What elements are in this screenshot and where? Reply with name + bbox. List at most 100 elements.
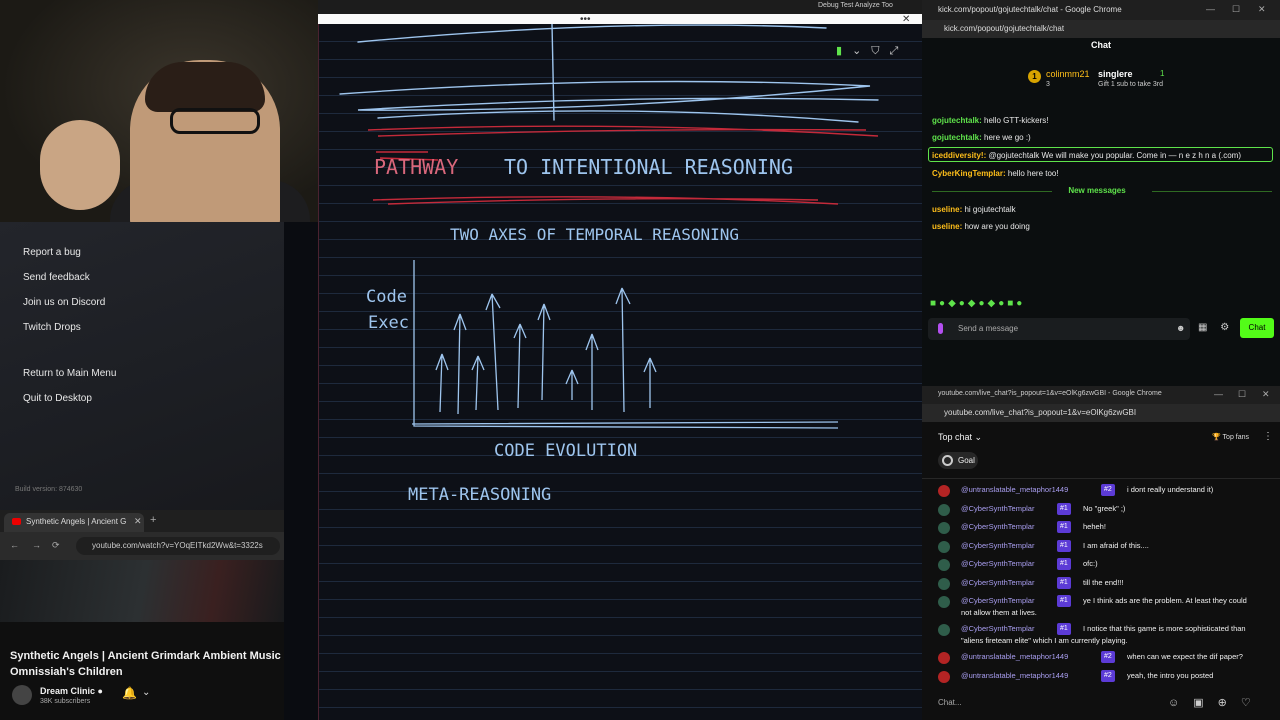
more-icon[interactable]: ⋮ [1263, 431, 1273, 442]
bell-icon[interactable]: 🔔 [122, 686, 137, 700]
message-author[interactable]: @untranslatable_metaphor1449 [961, 670, 1068, 682]
message-text: when can we expect the dif paper? [1127, 652, 1243, 661]
chat-input[interactable]: Send a message ☻ [928, 318, 1190, 340]
message-author[interactable]: @CyberSynthTemplar [961, 540, 1034, 552]
browser-tab[interactable]: Synthetic Angels | Ancient G ✕ [4, 513, 144, 532]
reload-icon[interactable]: ⟳ [52, 540, 60, 551]
chat-input[interactable]: Chat... [938, 698, 962, 707]
report-bug-button[interactable]: Report a bug [23, 247, 81, 258]
chevron-down-icon[interactable]: ⌄ [142, 687, 150, 698]
window-titlebar: kick.com/popout/gojutechtalk/chat - Goog… [922, 0, 1280, 20]
goal-button[interactable]: Goal [938, 452, 978, 469]
chevron-down-icon: ⌄ [974, 432, 983, 442]
top-fans-button[interactable]: 🏆 Top fans [1212, 433, 1249, 441]
gift-icon[interactable]: ▦ [1198, 322, 1207, 333]
message-author[interactable]: @CyberSynthTemplar [961, 595, 1034, 607]
ide-menubar: Debug Test Analyze Too [318, 0, 922, 14]
message-author[interactable]: @CyberSynthTemplar [961, 577, 1034, 589]
message-author[interactable]: @CyberSynthTemplar [961, 623, 1034, 635]
streamer-hand [40, 120, 120, 210]
avatar[interactable] [938, 559, 950, 571]
highlighter-icon[interactable]: ▮ [836, 45, 842, 57]
dropdown-icon[interactable]: ⌄ [852, 45, 861, 57]
new-messages-divider: New messages [922, 186, 1272, 195]
filter-icon[interactable]: ⛉ [871, 45, 879, 57]
video-player[interactable] [0, 560, 284, 622]
goal-icon [942, 455, 953, 466]
superchat-icon[interactable]: ▣ [1193, 697, 1217, 709]
avatar[interactable] [938, 485, 950, 497]
avatar[interactable] [938, 503, 950, 516]
back-icon[interactable]: ← [10, 540, 19, 550]
url-field[interactable]: kick.com/popout/gojutechtalk/chat [922, 20, 1280, 38]
message-text: till the end!!! [1083, 577, 1124, 587]
drawing-axis-y-2: Exec [368, 313, 409, 333]
message-author[interactable]: @untranslatable_metaphor1449 [961, 651, 1068, 663]
drawing-axis-x: CODE EVOLUTION [494, 441, 637, 461]
new-tab-icon[interactable]: + [150, 514, 156, 526]
message-author[interactable]: @untranslatable_metaphor1449 [961, 484, 1068, 496]
emoji-icon[interactable]: ☻ [1176, 323, 1185, 333]
chat-message: CyberKingTemplar: hello here too! [932, 169, 1059, 178]
avatar[interactable] [938, 577, 950, 590]
twitch-drops-button[interactable]: Twitch Drops [23, 322, 81, 333]
heart-icon[interactable]: ♡ [1241, 697, 1265, 709]
drawing-word-1: PATHWAY [374, 155, 458, 179]
channel-avatar[interactable] [12, 685, 32, 705]
message-author[interactable]: @CyberSynthTemplar [961, 521, 1034, 533]
rank-badge: 1 [1028, 70, 1041, 83]
avatar[interactable] [938, 522, 950, 534]
maximize-icon[interactable]: ☐ [1232, 4, 1240, 15]
video-title: Synthetic Angels | Ancient Grimdark Ambi… [10, 650, 281, 678]
window-titlebar: youtube.com/live_chat?is_popout=1&v=eOlK… [922, 386, 1280, 404]
url-field[interactable]: youtube.com/live_chat?is_popout=1&v=eOlK… [922, 404, 1280, 422]
message-author[interactable]: @CyberSynthTemplar [961, 558, 1034, 570]
main-menu-button[interactable]: Return to Main Menu [23, 368, 116, 379]
emote-bar[interactable]: ■●◆●◆●◆●■● [930, 298, 1025, 309]
send-feedback-button[interactable]: Send feedback [23, 272, 90, 283]
minimize-icon[interactable]: — [1214, 389, 1223, 399]
chat-message: gojutechtalk: hello GTT-kickers! [932, 116, 1049, 125]
webcam-feed [0, 0, 318, 222]
window-title: kick.com/popout/gojutechtalk/chat - Goog… [938, 5, 1122, 14]
url-field[interactable]: youtube.com/watch?v=YOqEITkd2Ww&t=3322s [76, 537, 280, 555]
tab-title: Synthetic Angels | Ancient G [26, 517, 127, 526]
message-text: yeah, the intro you posted [1127, 670, 1214, 680]
maximize-icon[interactable]: ☐ [1238, 389, 1246, 400]
gift-prompt[interactable]: Gift 1 sub to take 3rd [1098, 81, 1163, 88]
send-chat-button[interactable]: Chat [1240, 318, 1274, 338]
rank-badge: #1 [1057, 576, 1071, 589]
avatar[interactable] [938, 670, 950, 683]
avatar[interactable] [938, 596, 950, 608]
quit-desktop-button[interactable]: Quit to Desktop [23, 393, 92, 404]
channel-name[interactable]: Dream Clinic ● [40, 686, 103, 696]
add-icon[interactable]: ⊕ [1218, 697, 1241, 709]
minimize-icon[interactable]: — [1206, 4, 1215, 14]
ide-menu-items: Debug Test Analyze Too [818, 2, 893, 9]
avatar[interactable] [938, 540, 950, 553]
discord-button[interactable]: Join us on Discord [23, 297, 105, 308]
verified-icon: ● [97, 686, 103, 696]
drawing-word-2: TO INTENTIONAL REASONING [504, 155, 793, 179]
close-icon[interactable]: ✕ [1262, 389, 1270, 400]
desktop: Report a bug Send feedback Join us on Di… [0, 0, 1280, 720]
leader-user-2[interactable]: singlere [1098, 69, 1133, 79]
avatar[interactable] [938, 652, 950, 664]
close-tab-icon[interactable]: ✕ [134, 516, 142, 527]
rank-badge: #2 [1101, 669, 1115, 682]
settings-icon[interactable]: ⚙ [1220, 322, 1229, 333]
leader-user-1[interactable]: colinmm21 [1046, 69, 1090, 79]
divider [922, 478, 1280, 479]
forward-icon[interactable]: → [32, 540, 41, 550]
background-strip [284, 222, 318, 720]
avatar[interactable] [938, 624, 950, 636]
chat-mode-dropdown[interactable]: Top chat ⌄ [938, 432, 982, 443]
game-pause-menu: Report a bug Send feedback Join us on Di… [0, 222, 284, 510]
whiteboard[interactable]: PATHWAY TO INTENTIONAL REASONING TWO AXE… [318, 24, 922, 720]
expand-icon[interactable]: ⤢ [890, 45, 899, 57]
message-author[interactable]: @CyberSynthTemplar [961, 503, 1034, 515]
emoji-icon[interactable]: ☺ [1168, 697, 1193, 709]
youtube-live-chat-window: youtube.com/live_chat?is_popout=1&v=eOlK… [922, 386, 1280, 720]
close-icon[interactable]: ✕ [1258, 4, 1266, 15]
chat-header: Chat [1091, 40, 1111, 50]
